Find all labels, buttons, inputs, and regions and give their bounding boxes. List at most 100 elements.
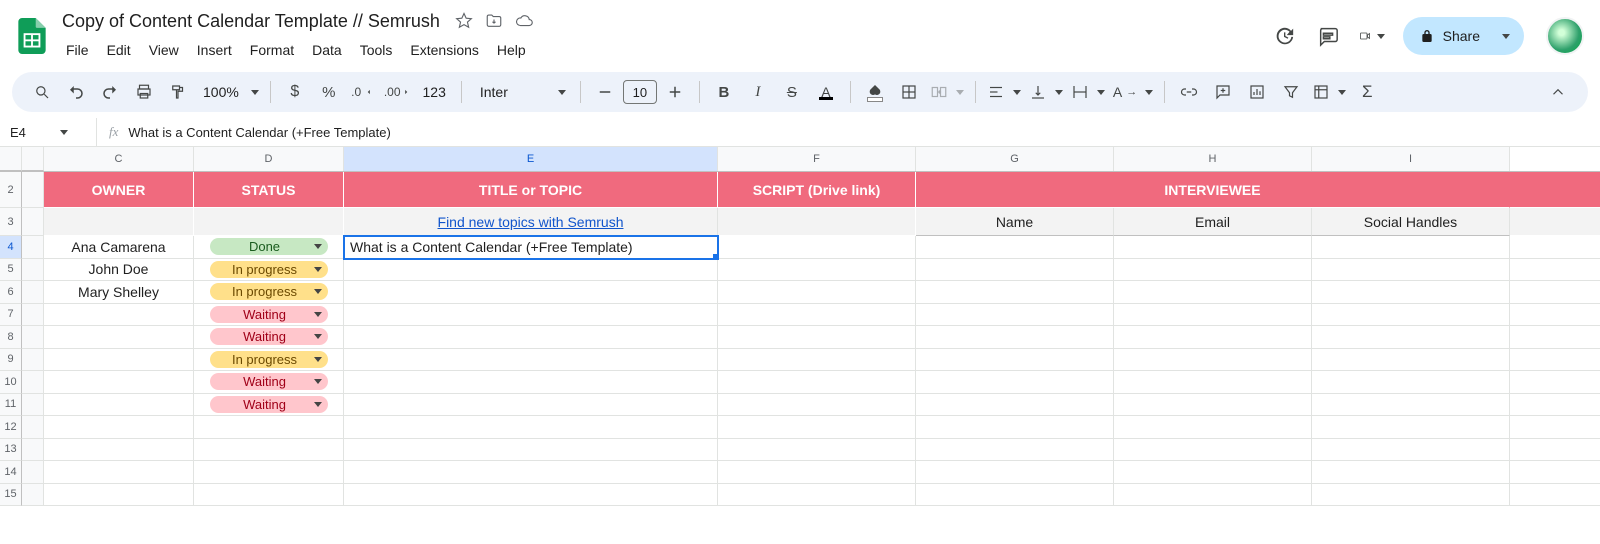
text-rotation-icon[interactable]: A→ <box>1110 78 1156 106</box>
number-format-icon[interactable]: 123 <box>416 78 453 106</box>
cell[interactable] <box>1114 281 1312 304</box>
column-header-interviewee[interactable]: INTERVIEWEE <box>916 172 1510 208</box>
col-header[interactable]: C <box>44 147 194 171</box>
cell[interactable] <box>1312 281 1510 304</box>
cell[interactable] <box>1312 236 1510 259</box>
font-select[interactable]: Inter <box>470 78 572 106</box>
cell[interactable] <box>194 439 344 462</box>
cell[interactable] <box>1510 439 1600 462</box>
status-chip[interactable]: In progress <box>210 283 328 300</box>
status-cell[interactable]: Waiting <box>194 371 344 394</box>
spreadsheet-grid[interactable]: C D E F G H I 2 OWNER STATUS TITLE or TO… <box>0 147 1600 506</box>
col-header[interactable]: I <box>1312 147 1510 171</box>
cell[interactable] <box>916 349 1114 372</box>
horizontal-align-icon[interactable] <box>984 78 1024 106</box>
menu-tools[interactable]: Tools <box>352 38 401 62</box>
document-title[interactable]: Copy of Content Calendar Template // Sem… <box>58 10 444 33</box>
fill-color-icon[interactable] <box>859 78 891 106</box>
status-cell[interactable]: Waiting <box>194 326 344 349</box>
cell[interactable] <box>1510 208 1600 236</box>
column-header-status[interactable]: STATUS <box>194 172 344 208</box>
cell[interactable] <box>718 439 916 462</box>
cell[interactable] <box>44 439 194 462</box>
cell[interactable] <box>1312 349 1510 372</box>
cell[interactable] <box>1510 416 1600 439</box>
redo-icon[interactable] <box>94 78 126 106</box>
status-chip[interactable]: In progress <box>210 261 328 278</box>
cell[interactable] <box>916 416 1114 439</box>
cell[interactable] <box>916 371 1114 394</box>
status-chip[interactable]: Waiting <box>210 306 328 323</box>
cell[interactable] <box>344 416 718 439</box>
bold-icon[interactable]: B <box>708 78 740 106</box>
cell[interactable] <box>1114 461 1312 484</box>
column-header-interviewee-end[interactable] <box>1510 172 1600 208</box>
collapse-toolbar-icon[interactable] <box>1542 78 1574 106</box>
row-header[interactable]: 6 <box>0 281 22 304</box>
cell[interactable] <box>1312 394 1510 417</box>
cell[interactable] <box>1510 259 1600 282</box>
status-chip[interactable]: Waiting <box>210 373 328 390</box>
title-cell[interactable] <box>344 394 718 417</box>
cell[interactable] <box>1114 439 1312 462</box>
column-header-script[interactable]: SCRIPT (Drive link) <box>718 172 916 208</box>
cell[interactable] <box>916 259 1114 282</box>
formula-bar[interactable]: What is a Content Calendar (+Free Templa… <box>128 125 390 140</box>
menu-insert[interactable]: Insert <box>189 38 240 62</box>
column-header-title[interactable]: TITLE or TOPIC <box>344 172 718 208</box>
cell[interactable] <box>916 304 1114 327</box>
account-avatar[interactable] <box>1546 17 1584 55</box>
insert-link-icon[interactable] <box>1173 78 1205 106</box>
row-header[interactable]: 9 <box>0 349 22 372</box>
search-icon[interactable] <box>26 78 58 106</box>
owner-cell[interactable] <box>44 349 194 372</box>
cell[interactable] <box>1312 326 1510 349</box>
cloud-saved-icon[interactable] <box>514 11 534 31</box>
text-color-icon[interactable]: A <box>810 78 842 106</box>
share-button[interactable]: Share <box>1403 17 1524 55</box>
vertical-align-icon[interactable] <box>1026 78 1066 106</box>
sheets-logo[interactable] <box>12 16 52 56</box>
col-header[interactable]: H <box>1114 147 1312 171</box>
cell[interactable] <box>1114 236 1312 259</box>
status-chip[interactable]: In progress <box>210 351 328 368</box>
decrease-font-icon[interactable] <box>589 78 621 106</box>
print-icon[interactable] <box>128 78 160 106</box>
cell[interactable] <box>1510 484 1600 507</box>
title-cell[interactable] <box>344 326 718 349</box>
currency-icon[interactable]: $ <box>279 78 311 106</box>
filter-views-icon[interactable] <box>1309 78 1349 106</box>
cell[interactable] <box>1114 416 1312 439</box>
owner-cell[interactable] <box>44 304 194 327</box>
cell[interactable] <box>344 461 718 484</box>
menu-file[interactable]: File <box>58 38 97 62</box>
cell[interactable] <box>1510 349 1600 372</box>
font-size-input[interactable]: 10 <box>623 80 657 104</box>
row-header[interactable]: 8 <box>0 326 22 349</box>
row-header[interactable]: 7 <box>0 304 22 327</box>
cell[interactable] <box>916 236 1114 259</box>
cell[interactable] <box>1510 236 1600 259</box>
cell[interactable] <box>718 281 916 304</box>
increase-decimal-icon[interactable]: .00 <box>381 78 414 106</box>
insert-chart-icon[interactable] <box>1241 78 1273 106</box>
cell[interactable] <box>194 461 344 484</box>
cell[interactable] <box>44 484 194 507</box>
row-header[interactable]: 11 <box>0 394 22 417</box>
title-cell[interactable] <box>344 349 718 372</box>
cell[interactable] <box>1510 326 1600 349</box>
col-header[interactable]: D <box>194 147 344 171</box>
row-header[interactable]: 10 <box>0 371 22 394</box>
decrease-decimal-icon[interactable]: .0 <box>347 78 379 106</box>
subheader-email[interactable]: Email <box>1114 208 1312 236</box>
percent-icon[interactable]: % <box>313 78 345 106</box>
col-header[interactable]: F <box>718 147 916 171</box>
cell[interactable] <box>1510 281 1600 304</box>
cell[interactable] <box>1312 439 1510 462</box>
cell[interactable] <box>718 461 916 484</box>
cell[interactable] <box>344 484 718 507</box>
cell[interactable] <box>44 461 194 484</box>
column-header-owner[interactable]: OWNER <box>44 172 194 208</box>
cell[interactable] <box>1510 394 1600 417</box>
title-cell[interactable] <box>344 281 718 304</box>
